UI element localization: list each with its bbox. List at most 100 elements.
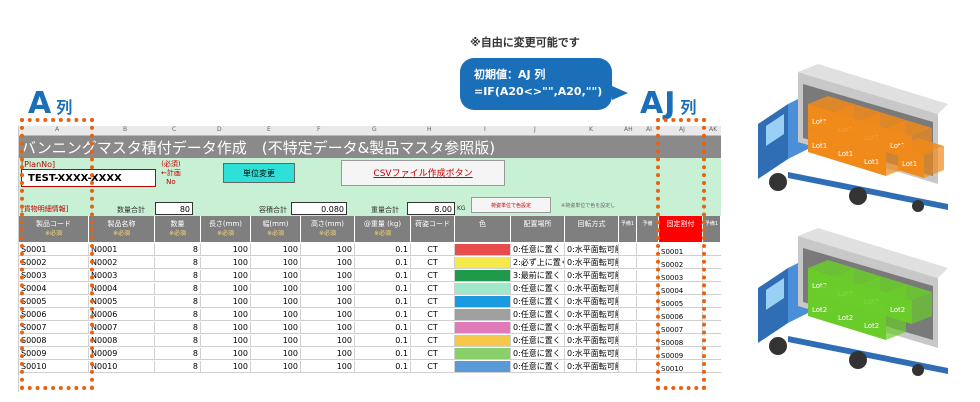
- cell-pack[interactable]: CT: [411, 348, 455, 359]
- cell-name[interactable]: N0001: [89, 244, 155, 255]
- cell-qty[interactable]: 8: [155, 283, 201, 294]
- cell-pack[interactable]: CT: [411, 296, 455, 307]
- cell-wt[interactable]: 0.1: [355, 361, 411, 372]
- cell-wt[interactable]: 0.1: [355, 283, 411, 294]
- cell-wt[interactable]: 0.1: [355, 322, 411, 333]
- color-swatch-cell[interactable]: [455, 283, 511, 294]
- cell-hgt[interactable]: 100: [301, 335, 355, 346]
- cell-pack[interactable]: CT: [411, 257, 455, 268]
- cell-rot[interactable]: 0:水平面転可能: [565, 283, 619, 294]
- cell-pack[interactable]: CT: [411, 322, 455, 333]
- cell-len[interactable]: 100: [201, 361, 251, 372]
- cell-qty[interactable]: 8: [155, 322, 201, 333]
- cell-name[interactable]: N0009: [89, 348, 155, 359]
- cell-len[interactable]: 100: [201, 244, 251, 255]
- cell-qty[interactable]: 8: [155, 257, 201, 268]
- cell-len[interactable]: 100: [201, 309, 251, 320]
- cell-len[interactable]: 100: [201, 348, 251, 359]
- col-letter[interactable]: C: [172, 126, 176, 133]
- cell-hgt[interactable]: 100: [301, 309, 355, 320]
- col-letter[interactable]: AK: [709, 126, 717, 133]
- cell-spare[interactable]: [619, 309, 637, 320]
- cell-hgt[interactable]: 100: [301, 361, 355, 372]
- col-letter[interactable]: G: [372, 126, 377, 133]
- cell-pack[interactable]: CT: [411, 244, 455, 255]
- cell-rot[interactable]: 0:水平面転可能: [565, 309, 619, 320]
- cell-place[interactable]: 0:任意に置く: [511, 335, 565, 346]
- cell-place[interactable]: 0:任意に置く: [511, 283, 565, 294]
- cell-wid[interactable]: 100: [251, 270, 301, 281]
- cell-spare[interactable]: [619, 283, 637, 294]
- cell-len[interactable]: 100: [201, 296, 251, 307]
- column-header[interactable]: 長さ(mm) ※必須: [201, 216, 251, 242]
- cell-wid[interactable]: 100: [251, 283, 301, 294]
- cell-hgt[interactable]: 100: [301, 283, 355, 294]
- cell-name[interactable]: N0008: [89, 335, 155, 346]
- cell-qty[interactable]: 8: [155, 361, 201, 372]
- color-swatch-cell[interactable]: [455, 361, 511, 372]
- cell-pack[interactable]: CT: [411, 283, 455, 294]
- csv-create-button[interactable]: CSVファイル作成ボタン: [341, 160, 505, 186]
- cell-len[interactable]: 100: [201, 283, 251, 294]
- color-swatch-cell[interactable]: [455, 322, 511, 333]
- cell-qty[interactable]: 8: [155, 348, 201, 359]
- cell-name[interactable]: N0002: [89, 257, 155, 268]
- cell-len[interactable]: 100: [201, 257, 251, 268]
- cell-name[interactable]: N0005: [89, 296, 155, 307]
- cell-rot[interactable]: 0:水平面転可能: [565, 348, 619, 359]
- cell-wid[interactable]: 100: [251, 322, 301, 333]
- cell-spare[interactable]: [619, 296, 637, 307]
- cell-rot[interactable]: 0:水平面転可能: [565, 270, 619, 281]
- color-by-pack-button[interactable]: 荷姿単位で色設定: [471, 197, 551, 213]
- color-swatch-cell[interactable]: [455, 244, 511, 255]
- cell-wt[interactable]: 0.1: [355, 335, 411, 346]
- cell-wt[interactable]: 0.1: [355, 257, 411, 268]
- column-header[interactable]: 荷姿コード: [411, 216, 455, 242]
- cell-spare[interactable]: [619, 257, 637, 268]
- col-letter[interactable]: D: [217, 126, 222, 133]
- col-letter[interactable]: H: [427, 126, 432, 133]
- cell-qty[interactable]: 8: [155, 335, 201, 346]
- color-swatch-cell[interactable]: [455, 270, 511, 281]
- cell-hgt[interactable]: 100: [301, 296, 355, 307]
- cell-name[interactable]: N0004: [89, 283, 155, 294]
- cell-place[interactable]: 0:任意に置く: [511, 361, 565, 372]
- cell-place[interactable]: 3:最前に置く: [511, 270, 565, 281]
- cell-wt[interactable]: 0.1: [355, 309, 411, 320]
- cell-wid[interactable]: 100: [251, 348, 301, 359]
- cell-len[interactable]: 100: [201, 322, 251, 333]
- column-header[interactable]: 製品名称 ※必須: [89, 216, 155, 242]
- cell-qty[interactable]: 8: [155, 296, 201, 307]
- cell-wt[interactable]: 0.1: [355, 296, 411, 307]
- cell-hgt[interactable]: 100: [301, 322, 355, 333]
- cell-place[interactable]: 0:任意に置く: [511, 322, 565, 333]
- cell-spare[interactable]: [619, 335, 637, 346]
- cell-wid[interactable]: 100: [251, 335, 301, 346]
- cell-wid[interactable]: 100: [251, 244, 301, 255]
- col-letter[interactable]: E: [267, 126, 271, 133]
- cell-spare[interactable]: [619, 322, 637, 333]
- col-letter[interactable]: K: [589, 126, 593, 133]
- cell-rot[interactable]: 0:水平面転可能: [565, 296, 619, 307]
- cell-qty[interactable]: 8: [155, 244, 201, 255]
- cell-rot[interactable]: 0:水平面転可能: [565, 322, 619, 333]
- cell-wt[interactable]: 0.1: [355, 348, 411, 359]
- cell-place[interactable]: 0:任意に置く: [511, 296, 565, 307]
- column-header[interactable]: 回転方式: [565, 216, 619, 242]
- col-letter[interactable]: B: [123, 126, 127, 133]
- col-letter[interactable]: AH: [624, 126, 633, 133]
- cell-wid[interactable]: 100: [251, 257, 301, 268]
- cell-pack[interactable]: CT: [411, 309, 455, 320]
- column-header[interactable]: 配置場所: [511, 216, 565, 242]
- col-letter[interactable]: J: [534, 126, 536, 133]
- cell-hgt[interactable]: 100: [301, 257, 355, 268]
- column-header[interactable]: 高さ(mm) ※必須: [301, 216, 355, 242]
- cell-spare[interactable]: [619, 348, 637, 359]
- cell-hgt[interactable]: 100: [301, 348, 355, 359]
- cell-place[interactable]: 0:任意に置く: [511, 309, 565, 320]
- color-swatch-cell[interactable]: [455, 348, 511, 359]
- cell-pack[interactable]: CT: [411, 335, 455, 346]
- cell-place[interactable]: 0:任意に置く: [511, 244, 565, 255]
- column-header[interactable]: 予備1: [619, 216, 637, 242]
- cell-wid[interactable]: 100: [251, 361, 301, 372]
